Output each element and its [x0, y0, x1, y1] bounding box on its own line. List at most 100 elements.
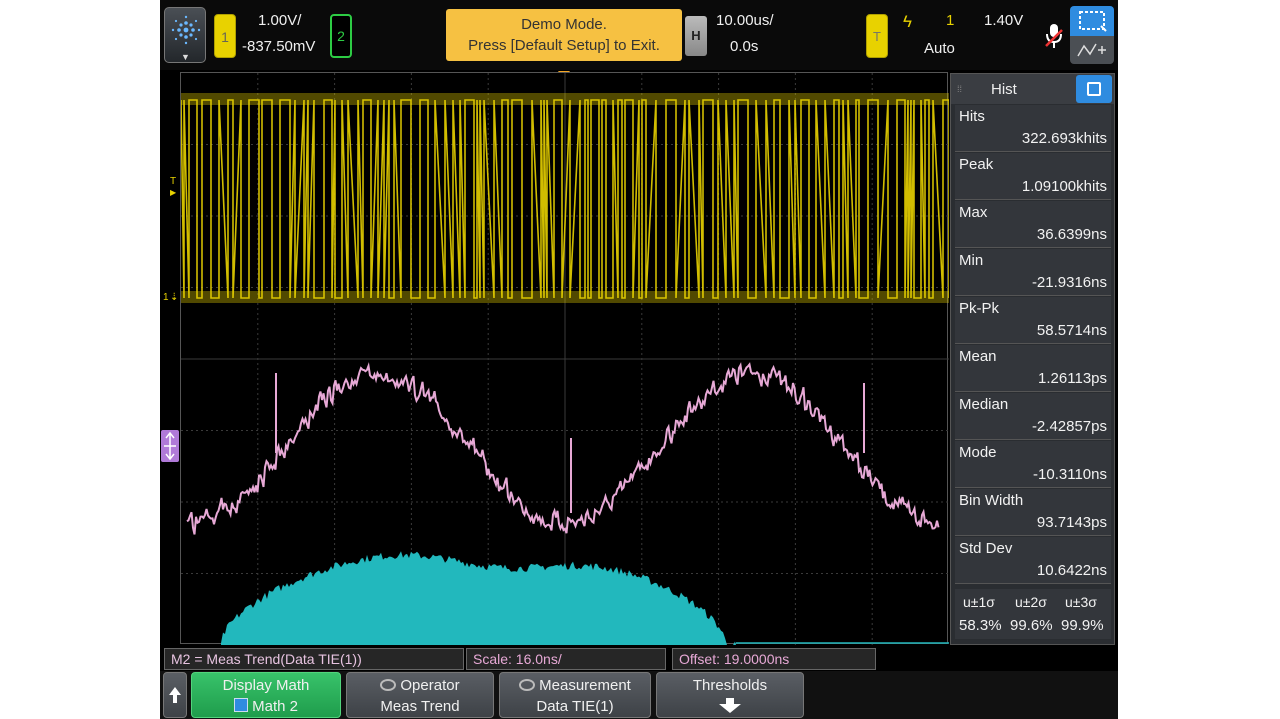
channel-1-scale: 1.00V/	[258, 12, 302, 29]
math-trend-trace	[186, 362, 940, 535]
thresholds-softkey[interactable]: Thresholds	[656, 672, 804, 718]
thresholds-label: Thresholds	[692, 677, 768, 694]
stat-value: 1.26113ps	[1038, 370, 1107, 387]
display-math-label: Display Math	[222, 677, 310, 694]
channel-1-low-band	[181, 291, 949, 303]
sigma3-value: 99.9%	[1061, 617, 1104, 634]
measurement-softkey[interactable]: Measurement Data TIE(1)	[499, 672, 651, 718]
sigma-stats-row: u±1σ u±2σ u±3σ 58.3% 99.6% 99.9%	[955, 589, 1111, 639]
touch-mode-button[interactable]	[1070, 6, 1114, 64]
stat-row: Bin Width 93.7143ps	[955, 489, 1111, 535]
stat-divider	[955, 583, 1111, 584]
stat-divider	[955, 151, 1111, 152]
waveform-canvas	[181, 73, 949, 645]
agilent-spark-icon	[171, 15, 201, 45]
sigma2-label: u±2σ	[1015, 594, 1047, 610]
ground-marker-icon: ⇣	[170, 292, 179, 303]
time-scale: 10.00us/	[716, 12, 774, 29]
operator-label: Operator	[400, 677, 460, 694]
expand-vertical-icon	[164, 431, 176, 461]
knob-icon	[380, 679, 397, 691]
knob-icon	[519, 679, 536, 691]
rising-edge-icon: ϟ	[903, 12, 912, 31]
oscilloscope-screen: ▼ 1 1.00V/ -837.50mV 2 Demo Mode. Press …	[160, 0, 1118, 719]
math-trend-offset-marker[interactable]	[161, 430, 179, 462]
channel-1-badge[interactable]: 1	[214, 14, 236, 58]
trigger-badge[interactable]: T	[866, 14, 888, 58]
histogram-stats-panel: ⁞⁞ Hist Hits 322.693khits Peak 1.09100khits…	[950, 73, 1115, 645]
sigma3-label: u±3σ	[1065, 594, 1097, 610]
stat-divider	[955, 487, 1111, 488]
trigger-level: 1.40V	[984, 12, 1024, 29]
stat-label: Bin Width	[959, 492, 1024, 509]
stat-row: Mode -10.3110ns	[955, 441, 1111, 487]
math2-label: Math 2	[252, 698, 299, 715]
waveform-cursor-icon	[1077, 43, 1106, 57]
stat-label: Hits	[959, 108, 985, 125]
stat-row: Hits 322.693khits	[955, 105, 1111, 151]
stat-label: Median	[959, 396, 1009, 413]
channel-1-offset: -837.50mV	[242, 38, 316, 55]
math-offset: Offset: 19.0000ns	[672, 648, 876, 670]
softkey-bar: Display Math Math 2 Operator Meas Trend …	[160, 671, 1118, 719]
agilent-logo-menu-button[interactable]: ▼	[164, 7, 206, 63]
back-up-button[interactable]	[163, 672, 187, 718]
channel-1-high-band	[181, 93, 949, 105]
stat-row: Peak 1.09100khits	[955, 153, 1111, 199]
measurement-label: Measurement	[539, 677, 631, 694]
stat-divider	[955, 247, 1111, 248]
stat-divider	[955, 343, 1111, 344]
list-icon	[1087, 82, 1101, 96]
stat-label: Std Dev	[959, 540, 1013, 557]
histogram-fill	[221, 551, 736, 645]
stat-divider	[955, 391, 1111, 392]
panel-title: Hist	[991, 81, 1017, 98]
trigger-source: 1	[946, 12, 955, 29]
stat-divider	[955, 295, 1111, 296]
stat-value: 322.693khits	[1021, 130, 1107, 147]
channel-1-ground-marker[interactable]: 1	[163, 292, 169, 303]
stat-value: -21.9316ns	[1031, 274, 1107, 291]
stat-row: Mean 1.26113ps	[955, 345, 1111, 391]
demo-mode-line2: Press [Default Setup] to Exit.	[468, 37, 660, 54]
stat-row: Std Dev 10.6422ns	[955, 537, 1111, 583]
stat-label: Max	[959, 204, 988, 221]
waveform-display[interactable]	[180, 72, 949, 645]
stat-value: 1.09100khits	[1021, 178, 1107, 195]
operator-softkey[interactable]: Operator Meas Trend	[346, 672, 494, 718]
stat-divider	[955, 535, 1111, 536]
channel-2-badge[interactable]: 2	[330, 14, 352, 58]
stat-value: -2.42857ps	[1031, 418, 1107, 435]
sigma1-value: 58.3%	[959, 617, 1002, 634]
checkbox-icon[interactable]	[233, 698, 248, 712]
operator-value: Meas Trend	[380, 698, 460, 715]
trigger-mode: Auto	[924, 40, 955, 57]
demo-mode-line1: Demo Mode.	[521, 16, 607, 33]
sigma2-value: 99.6%	[1010, 617, 1053, 634]
stat-label: Mean	[959, 348, 997, 365]
math-definition: M2 = Meas Trend(Data TIE(1))	[164, 648, 464, 670]
arrow-up-icon	[169, 687, 181, 703]
trigger-level-marker: T	[170, 176, 177, 187]
stat-row: Min -21.9316ns	[955, 249, 1111, 295]
demo-mode-banner: Demo Mode. Press [Default Setup] to Exit…	[446, 9, 682, 61]
microphone-icon	[1044, 22, 1064, 55]
sigma1-label: u±1σ	[963, 594, 995, 610]
stat-value: -10.3110ns	[1033, 466, 1107, 483]
submenu-arrow-icon	[657, 698, 803, 718]
drag-handle-icon[interactable]: ⁞⁞	[957, 84, 962, 94]
math-scale: Scale: 16.0ns/	[466, 648, 666, 670]
time-delay: 0.0s	[730, 38, 759, 55]
horizontal-badge[interactable]: H	[685, 16, 707, 56]
stat-divider	[955, 199, 1111, 200]
measurement-value: Data TIE(1)	[536, 698, 614, 715]
stat-label: Peak	[959, 156, 994, 173]
stat-value: 36.6399ns	[1036, 226, 1107, 243]
display-math-softkey[interactable]: Display Math Math 2	[191, 672, 341, 718]
stat-value: 58.5714ns	[1036, 322, 1107, 339]
stat-row: Median -2.42857ps	[955, 393, 1111, 439]
panel-menu-button[interactable]	[1076, 75, 1112, 103]
math2-row: Math 2	[192, 698, 340, 715]
stat-label: Mode	[959, 444, 997, 461]
stat-value: 93.7143ps	[1036, 514, 1107, 531]
